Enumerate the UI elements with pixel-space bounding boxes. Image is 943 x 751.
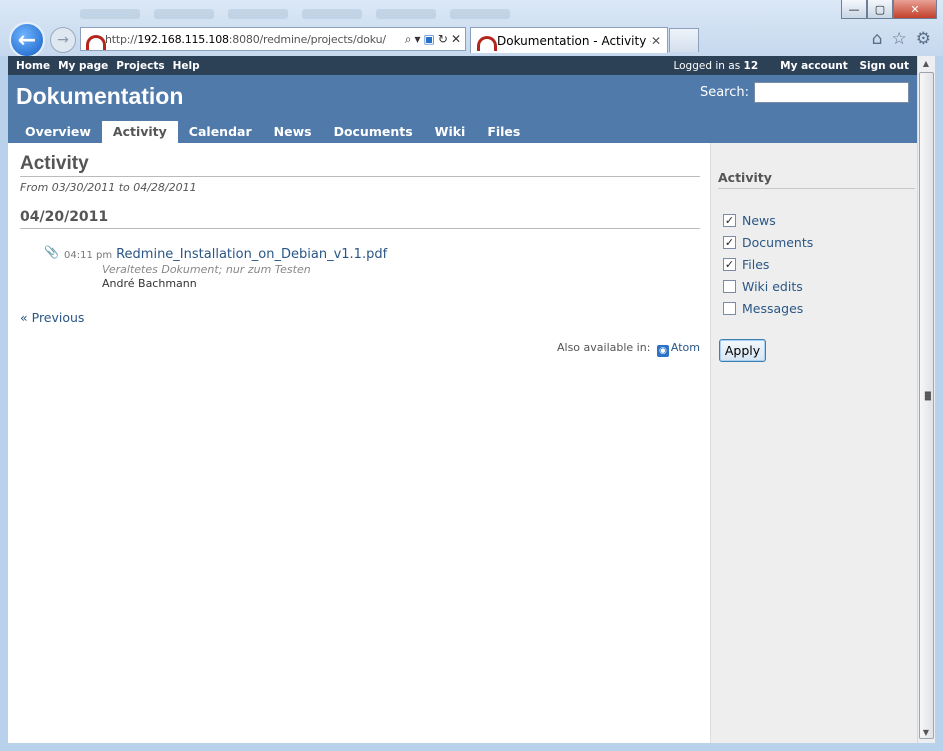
filter-news-checkbox[interactable]: ✓	[723, 213, 736, 227]
page-viewport: Home My page Projects Help Logged in as …	[8, 56, 917, 743]
previous-link[interactable]: « Previous	[20, 310, 84, 325]
main-menu: Overview Activity Calendar News Document…	[14, 121, 531, 143]
event-description: Veraltetes Dokument; nur zum Testen	[102, 263, 311, 276]
filter-files-label[interactable]: Files	[742, 257, 769, 272]
scroll-up-icon[interactable]: ▲	[921, 59, 931, 69]
back-button[interactable]: ←	[9, 22, 45, 58]
filter-documents-label[interactable]: Documents	[742, 235, 813, 250]
sign-out-link[interactable]: Sign out	[859, 60, 909, 72]
window-frame-bottom	[0, 743, 943, 751]
activity-filters: ✓ News ✓ Documents ✓ Files Wiki edits Me…	[723, 209, 917, 319]
date-heading: 04/20/2011	[20, 209, 700, 229]
filter-wiki-edits-label[interactable]: Wiki edits	[742, 279, 803, 294]
tab-calendar[interactable]: Calendar	[178, 121, 263, 143]
scroll-down-icon[interactable]: ▼	[921, 728, 931, 738]
window-close-icon[interactable]: ✕	[893, 0, 937, 19]
logged-in-user[interactable]: 12	[744, 60, 759, 72]
top-menu-help[interactable]: Help	[173, 60, 200, 72]
search-input[interactable]	[754, 82, 909, 103]
refresh-icon[interactable]: ↻	[438, 32, 448, 47]
search-label: Search:	[699, 85, 749, 100]
filter-wiki-edits: Wiki edits	[723, 275, 917, 297]
project-title: Dokumentation	[16, 83, 184, 109]
magnifier-icon[interactable]: ⌕	[405, 32, 412, 47]
top-menu-projects[interactable]: Projects	[116, 60, 164, 72]
filter-messages-label[interactable]: Messages	[742, 301, 803, 316]
rss-feed-icon: ◉	[656, 345, 669, 357]
top-menu-my-page[interactable]: My page	[58, 60, 108, 72]
filter-wiki-edits-checkbox[interactable]	[723, 279, 736, 293]
filter-documents-checkbox[interactable]: ✓	[723, 235, 736, 249]
filter-files: ✓ Files	[723, 253, 917, 275]
quick-search: Search:	[700, 82, 909, 103]
scroll-thumb[interactable]: ▬ ▬ ▬	[919, 72, 934, 739]
filter-files-checkbox[interactable]: ✓	[723, 257, 736, 271]
minimize-icon[interactable]: —	[841, 0, 867, 19]
maximize-icon[interactable]: ▢	[867, 0, 893, 19]
window-controls: — ▢ ✕	[841, 0, 937, 19]
also-available-label: Also available in:	[556, 341, 651, 354]
browser-chrome: — ▢ ✕ ← → http://192.168.115.108:8080/re…	[0, 0, 943, 58]
page-title: Activity	[20, 143, 700, 177]
my-account-link[interactable]: My account	[780, 60, 848, 72]
tab-files[interactable]: Files	[476, 121, 531, 143]
filter-messages: Messages	[723, 297, 917, 319]
apply-button[interactable]: Apply	[719, 339, 766, 362]
redmine-tab-favicon-icon	[477, 35, 497, 51]
tab-wiki[interactable]: Wiki	[424, 121, 477, 143]
forward-button[interactable]: →	[50, 27, 76, 53]
tab-activity[interactable]: Activity	[101, 121, 178, 143]
top-menu: Home My page Projects Help Logged in as …	[8, 56, 917, 75]
event-title-link[interactable]: Redmine_Installation_on_Debian_v1.1.pdf	[116, 247, 387, 262]
sidebar: Activity ✓ News ✓ Documents ✓ Files Wiki…	[710, 143, 917, 743]
main-content: Activity From 03/30/2011 to 04/28/2011 0…	[8, 143, 710, 743]
event-author: André Bachmann	[102, 277, 197, 290]
filter-documents: ✓ Documents	[723, 231, 917, 253]
filter-messages-checkbox[interactable]	[723, 301, 736, 315]
home-icon[interactable]: ⌂	[872, 29, 883, 49]
stop-icon[interactable]: ✕	[451, 32, 461, 47]
tab-documents[interactable]: Documents	[323, 121, 424, 143]
tab-title: Dokumentation - Activity - ...	[497, 33, 651, 48]
gear-icon[interactable]: ⚙	[916, 29, 931, 49]
filter-news-label[interactable]: News	[742, 213, 776, 228]
address-bar[interactable]: http://192.168.115.108:8080/redmine/proj…	[80, 27, 466, 51]
dropdown-arrow-icon[interactable]: ▾	[415, 32, 421, 47]
tab-close-icon[interactable]: ✕	[651, 34, 667, 48]
compatibility-view-icon[interactable]: ▣	[424, 32, 435, 47]
favorites-star-icon[interactable]: ☆	[892, 29, 907, 49]
filter-news: ✓ News	[723, 209, 917, 231]
event-time: 04:11 pm	[64, 250, 113, 261]
browser-tab-active[interactable]: Dokumentation - Activity - ... ✕	[470, 27, 668, 53]
pagination: « Previous	[20, 310, 700, 325]
project-header: Dokumentation Search: Overview Activity …	[8, 75, 917, 143]
date-range-subtitle: From 03/30/2011 to 04/28/2011	[20, 181, 197, 194]
window-frame-right	[935, 56, 943, 751]
tab-overview[interactable]: Overview	[14, 121, 102, 143]
paperclip-icon: 📎	[44, 245, 59, 259]
sidebar-title: Activity	[718, 159, 915, 189]
activity-event: 📎 04:11 pm Redmine_Installation_on_Debia…	[44, 245, 700, 290]
tab-news[interactable]: News	[263, 121, 323, 143]
address-url[interactable]: http://192.168.115.108:8080/redmine/proj…	[105, 33, 405, 46]
other-formats: Also available in: ◉ Atom	[20, 341, 700, 357]
redmine-favicon-icon	[85, 33, 106, 50]
background-tabs	[80, 4, 620, 20]
scroll-grip-icon: ▬ ▬ ▬	[924, 388, 932, 403]
atom-link[interactable]: Atom	[671, 341, 700, 354]
logged-in-status: Logged in as 12	[673, 59, 759, 72]
vertical-scrollbar[interactable]: ▲ ▬ ▬ ▬ ▼	[917, 56, 935, 743]
new-tab-button[interactable]	[669, 28, 699, 52]
top-menu-home[interactable]: Home	[16, 60, 50, 72]
